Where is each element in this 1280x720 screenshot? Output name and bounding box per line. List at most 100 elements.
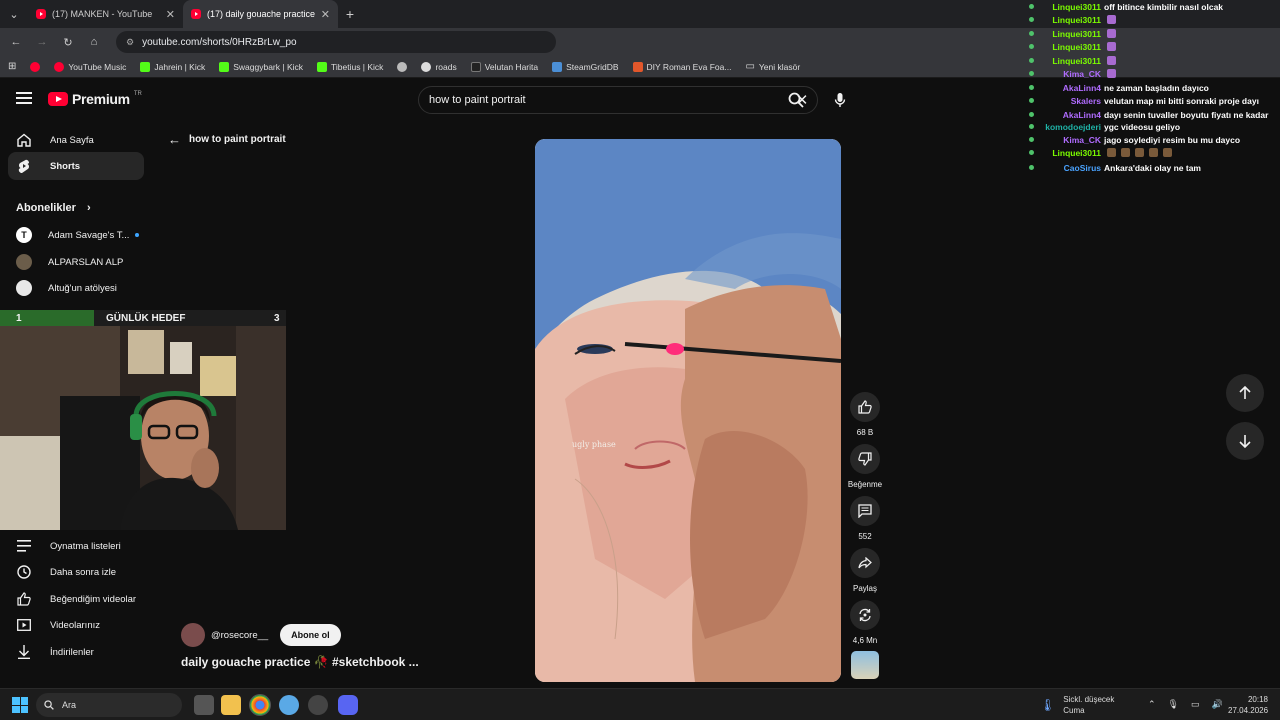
arrow-down-icon xyxy=(1239,435,1251,448)
video-title[interactable]: daily gouache practice 🥀 #sketchbook ... xyxy=(181,655,419,669)
tab-manken[interactable]: (17) MANKEN - YouTube ✕ xyxy=(28,0,183,28)
bookmark-jahrein[interactable]: Jahrein | Kick xyxy=(140,61,205,72)
search-button[interactable] xyxy=(784,86,808,114)
chrome-icon[interactable] xyxy=(249,694,271,716)
comments-button[interactable]: 552 xyxy=(846,496,884,541)
channel-handle[interactable]: @rosecore__ xyxy=(211,630,268,641)
like-button[interactable]: 68 B xyxy=(846,392,884,437)
tab-close-icon[interactable]: ✕ xyxy=(321,8,330,21)
avatar xyxy=(16,280,32,296)
voice-search-button[interactable] xyxy=(826,86,854,114)
subscriptions-header[interactable]: Abonelikler › xyxy=(16,202,91,214)
share-icon xyxy=(858,557,872,569)
sidebar-item-home[interactable]: Ana Sayfa xyxy=(8,126,144,154)
bookmark-globe[interactable] xyxy=(397,61,408,72)
subscription-alparslan[interactable]: ALPARSLAN ALP xyxy=(16,251,123,273)
bookmark-youtube-music[interactable]: YouTube Music xyxy=(54,61,126,72)
tab-close-icon[interactable]: ✕ xyxy=(166,8,175,21)
sound-thumbnail[interactable] xyxy=(851,651,879,679)
chat-message: Linquei3011 xyxy=(1022,27,1116,40)
subscription-altug[interactable]: Altuğ'un atölyesi xyxy=(16,277,117,299)
goal-target: 3 xyxy=(274,312,280,324)
sidebar-item-playlists[interactable]: Oynatma listeleri xyxy=(8,532,144,560)
address-bar[interactable]: ⚙ youtube.com/shorts/0HRzBrLw_po xyxy=(116,31,556,53)
app-icon[interactable] xyxy=(279,695,299,715)
chat-emote-icon xyxy=(1107,69,1116,78)
subscribe-button[interactable]: Abone ol xyxy=(280,624,341,646)
bookmark-diy-roman[interactable]: DIY Roman Eva Foa... xyxy=(632,61,731,72)
download-icon xyxy=(16,644,32,660)
network-icon[interactable]: ▭ xyxy=(1191,699,1200,710)
sidebar-item-watch-later[interactable]: Daha sonra izle xyxy=(8,558,144,586)
tab-daily-gouache[interactable]: (17) daily gouache practice 🥀 ✕ xyxy=(183,0,338,28)
bookmark-swaggybark[interactable]: Swaggybark | Kick xyxy=(219,61,303,72)
chat-badge-icon xyxy=(1022,4,1034,9)
chat-message: Kima_CK xyxy=(1022,67,1116,80)
bookmark-tibetius[interactable]: Tibetius | Kick xyxy=(317,61,383,72)
file-explorer-icon[interactable] xyxy=(221,695,241,715)
new-tab-button[interactable]: + xyxy=(338,6,362,22)
shorts-video-player[interactable] xyxy=(535,139,841,682)
youtube-premium-logo[interactable]: Premium TR xyxy=(48,91,142,107)
chat-username: Kima_CK xyxy=(1063,68,1101,79)
bookmark-roads[interactable]: roads xyxy=(421,61,457,72)
chat-message: Kima_CK jago soylediyi resim bu mu dayco xyxy=(1022,133,1240,146)
chat-badge-icon xyxy=(1022,98,1034,103)
sidebar-item-liked-videos[interactable]: Beğendiğim videolar xyxy=(8,585,144,613)
sidebar-item-your-videos[interactable]: Videolarınız xyxy=(8,611,144,639)
tab-search-button[interactable]: ⌄ xyxy=(0,0,28,28)
like-icon xyxy=(16,591,32,607)
playlist-icon xyxy=(16,538,32,554)
taskbar-search-input[interactable]: Ara xyxy=(36,693,182,717)
remix-button[interactable]: 4,6 Mn xyxy=(846,600,884,645)
clock[interactable]: 20:18 27.04.2026 xyxy=(1228,694,1268,716)
reload-icon[interactable]: ↻ xyxy=(58,32,78,52)
sidebar-item-shorts[interactable]: Shorts xyxy=(8,152,144,180)
home-icon[interactable]: ⌂ xyxy=(84,32,104,52)
bookmark-steamgriddb[interactable]: SteamGridDB xyxy=(552,61,619,72)
youtube-favicon-icon xyxy=(36,9,46,19)
windows-taskbar: Ara 🌡 Sickl. düşecek Cuma ⌃ 🎙 ▭ 🔊 20:18 2… xyxy=(0,688,1280,720)
chat-badge-icon xyxy=(1022,58,1034,63)
menu-icon[interactable] xyxy=(16,92,32,104)
video-frame xyxy=(535,139,841,682)
system-tray: ⌃ 🎙 ▭ 🔊 xyxy=(1148,699,1223,710)
chevron-up-icon[interactable]: ⌃ xyxy=(1148,699,1156,710)
chat-badge-icon xyxy=(1022,71,1034,76)
remix-count: 4,6 Mn xyxy=(852,636,878,645)
previous-short-button[interactable] xyxy=(1226,374,1264,412)
bookmark-red[interactable] xyxy=(30,61,41,72)
back-arrow-icon[interactable]: ← xyxy=(6,32,26,52)
forward-arrow-icon[interactable]: → xyxy=(32,32,52,52)
streamer-webcam xyxy=(0,326,286,530)
windows-start-button[interactable] xyxy=(12,697,28,713)
avatar xyxy=(16,254,32,270)
new-content-dot xyxy=(135,233,140,237)
chat-badge-icon xyxy=(1022,31,1034,36)
site-info-icon[interactable]: ⚙ xyxy=(126,37,134,48)
discord-icon[interactable] xyxy=(338,695,358,715)
chat-badge-icon xyxy=(1022,124,1034,129)
microphone-icon[interactable]: 🎙 xyxy=(1168,699,1179,710)
weather-widget[interactable]: 🌡 Sickl. düşecek Cuma xyxy=(1040,694,1114,716)
dislike-button[interactable]: Beğenme xyxy=(846,444,884,489)
subscription-adam-savage[interactable]: T Adam Savage's T... xyxy=(16,224,140,246)
chat-username: AkaLinn4 xyxy=(1062,109,1101,120)
share-button[interactable]: Paylaş xyxy=(846,548,884,593)
next-short-button[interactable] xyxy=(1226,422,1264,460)
back-to-search-button[interactable]: ← how to paint portrait xyxy=(168,132,286,147)
search-input[interactable]: how to paint portrait ✕ xyxy=(418,86,818,114)
comment-count: 552 xyxy=(858,532,872,541)
chat-badge-icon xyxy=(1022,44,1034,49)
url-text: youtube.com/shorts/0HRzBrLw_po xyxy=(142,36,297,48)
bookmark-velutan[interactable]: Velutan Harita xyxy=(470,61,538,72)
apps-grid-icon[interactable]: ⊞ xyxy=(8,61,16,72)
task-view-icon[interactable] xyxy=(194,695,214,715)
obs-icon[interactable] xyxy=(308,695,328,715)
volume-icon[interactable]: 🔊 xyxy=(1212,699,1223,710)
chat-emote-icon xyxy=(1121,148,1130,157)
bookmark-folder[interactable]: ▭ Yeni klasör xyxy=(745,61,800,72)
sidebar-item-downloads[interactable]: İndirilenler xyxy=(8,638,144,666)
channel-avatar[interactable] xyxy=(181,623,205,647)
chat-text: velutan map mi bitti sonraki proje dayı xyxy=(1104,95,1259,106)
